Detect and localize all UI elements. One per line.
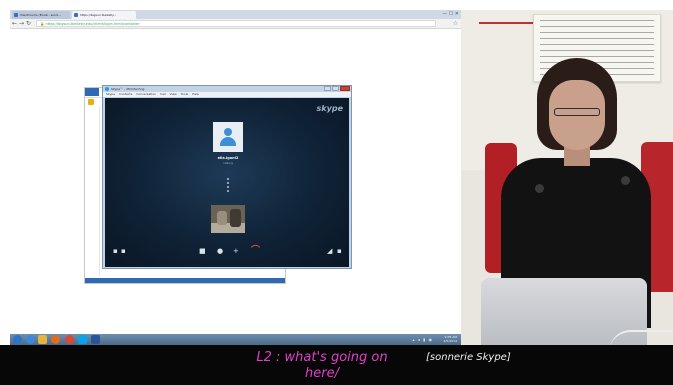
forward-icon[interactable]: →: [19, 20, 24, 27]
menu-skype[interactable]: Skype: [106, 92, 115, 96]
tray-clock[interactable]: 9:05 AM 2/5/2014: [443, 335, 457, 343]
star-icon[interactable]: ☆: [453, 20, 458, 27]
page-footer-block: [85, 278, 285, 283]
camera-video-panel: [461, 10, 673, 345]
call-status: calling: [223, 161, 233, 165]
user-avatar-icon: [213, 122, 243, 152]
screen-capture: Visioforums (Ecolé - sond... https://big…: [10, 10, 461, 345]
skype-icon[interactable]: [78, 335, 87, 344]
calling-dots: [227, 178, 230, 194]
top-strip: [0, 0, 673, 10]
subtitle-band: L2 : what's going on here/ [sonnerie Sky…: [0, 345, 673, 385]
web-page: Skype™ - dfrimtechng Skype Contacts Conv…: [10, 29, 461, 341]
tab-bigsun[interactable]: https://bigsun.tbelietly...: [72, 11, 136, 19]
browser-tab-bar: Visioforums (Ecolé - sond... https://big…: [10, 10, 461, 19]
signal-icon: ◢: [327, 247, 333, 255]
windows-taskbar: ▴ ◂ ▮ ◉ 9:05 AM 2/5/2014: [10, 334, 461, 345]
self-video-preview[interactable]: [211, 205, 245, 233]
callee-name: elia.lgonI2: [217, 156, 239, 160]
url-field[interactable]: 🔒 https://bigsun.tbelietly.edu/client/lo…: [36, 20, 436, 27]
avatar-body: [220, 137, 236, 146]
url-text: https://bigsun.tbelietly.edu/client/logi…: [45, 22, 140, 26]
page-header-block: [85, 88, 99, 96]
explorer-icon[interactable]: [38, 335, 47, 344]
menu-conversation[interactable]: Conversation: [136, 92, 156, 96]
word-icon[interactable]: [91, 335, 100, 344]
dress-button: [621, 176, 630, 185]
fullscreen-icon[interactable]: ▪: [337, 247, 342, 255]
shield-icon: [88, 99, 94, 105]
maximize-button[interactable]: [332, 86, 339, 91]
menu-help[interactable]: Help: [192, 92, 199, 96]
subtitle-right: [sonnerie Skype]: [426, 352, 511, 363]
skype-window-buttons: [324, 86, 350, 91]
menu-call[interactable]: Call: [160, 92, 166, 96]
subtitle-left: L2 : what's going on here/: [256, 350, 388, 381]
tab-label: Visioforums (Ecolé - sond...: [20, 13, 61, 17]
back-icon[interactable]: ←: [12, 20, 17, 27]
chrome-icon[interactable]: [65, 335, 74, 344]
avatar-head: [224, 128, 232, 136]
window-controls[interactable]: — ☐ ✕: [442, 11, 459, 18]
glasses: [554, 108, 600, 116]
tray-date: 2/5/2014: [443, 338, 457, 343]
skype-window: Skype™ - dfrimtechng Skype Contacts Conv…: [102, 85, 352, 269]
cable: [609, 330, 673, 345]
skype-title: Skype™ - dfrimtechng: [111, 87, 145, 91]
tab-visioforums[interactable]: Visioforums (Ecolé - sond...: [12, 11, 70, 19]
refresh-icon[interactable]: ↻: [26, 20, 31, 27]
skype-menu-bar: Skype Contacts Conversation Call View To…: [103, 92, 351, 97]
menu-view[interactable]: View: [170, 92, 177, 96]
menu-tools[interactable]: Tools: [181, 92, 188, 96]
wall-red-stripe: [479, 22, 535, 24]
skype-call-area: skype elia.lgonI2 calling ▪ ▪ ■ ● + ⌒ ◢ …: [105, 98, 349, 267]
address-bar: ← → ↻ 🔒 https://bigsun.tbelietly.edu/cli…: [10, 19, 461, 29]
minimize-button[interactable]: [324, 86, 331, 91]
add-icon[interactable]: +: [233, 247, 239, 255]
mic-icon[interactable]: ●: [217, 247, 223, 255]
skype-brand-logo: skype: [316, 104, 343, 113]
tab-label: https://bigsun.tbelietly...: [80, 13, 117, 17]
video-icon[interactable]: ■: [199, 247, 206, 255]
ie-icon[interactable]: [26, 335, 35, 344]
dress-button: [535, 184, 544, 193]
start-icon[interactable]: [13, 335, 22, 344]
call-controls: ▪ ▪ ■ ● + ⌒ ◢ ▪: [105, 245, 349, 259]
end-call-icon[interactable]: ⌒: [251, 247, 260, 256]
close-button[interactable]: [340, 86, 350, 91]
dialpad-icon[interactable]: ▪: [113, 247, 118, 255]
media-icon[interactable]: [51, 335, 60, 344]
tray-icons[interactable]: ▴ ◂ ▮ ◉: [412, 337, 433, 342]
skype-logo-icon: [105, 87, 109, 91]
chat-icon[interactable]: ▪: [121, 247, 126, 255]
tab-favicon-icon: [14, 13, 18, 17]
page-sidebar-line: [99, 106, 100, 276]
menu-contacts[interactable]: Contacts: [119, 92, 132, 96]
tab-favicon-icon: [74, 13, 78, 17]
